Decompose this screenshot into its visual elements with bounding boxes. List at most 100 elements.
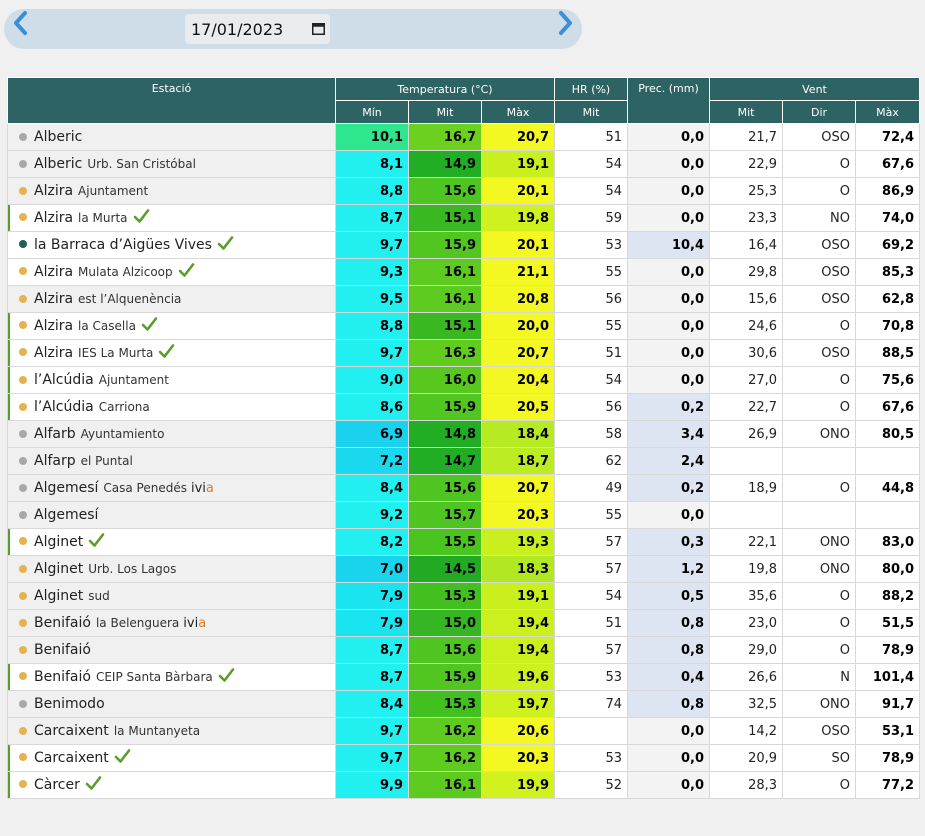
table-row[interactable]: Carcaixent la Muntanyeta 9,7 16,2 20,6 0,0 14,… [7,717,921,745]
station-cell[interactable]: Alberic Urb. San Cristóbal [7,150,336,178]
temp-avg-cell: 15,0 [408,609,482,637]
station-name[interactable]: Alginet [34,588,83,604]
header-t-min[interactable]: Mín [335,100,409,124]
table-row[interactable]: Alzira Ajuntament 8,8 15,6 20,1 54 0,0 25,3 O 86,… [7,177,921,205]
station-cell[interactable]: Algemesí Casa Penedés ivia [7,474,336,502]
table-row[interactable]: Algemesí 9,2 15,7 20,3 55 0,0 [7,501,921,529]
table-row[interactable]: Benifaió CEIP Santa Bàrbara 8,7 15,9 19,6 53 0… [7,663,921,691]
station-cell[interactable]: Alfarb Ayuntamiento [7,420,336,448]
header-precip[interactable]: Prec. (mm) [627,77,711,124]
station-name[interactable]: l’Alcúdia [34,399,94,415]
date-input[interactable]: 17/01/2023 [185,14,330,44]
station-cell[interactable]: Alginet [7,528,336,556]
station-cell[interactable]: Benifaió la Belenguera ivia [7,609,336,637]
station-name[interactable]: Benimodo [34,696,105,712]
station-cell[interactable]: Benifaió CEIP Santa Bàrbara [7,663,336,691]
station-cell[interactable]: Algemesí [7,501,336,529]
station-name[interactable]: Algemesí [34,480,98,496]
table-row[interactable]: Alzira est l’Alquenència 9,5 16,1 20,8 56 0,0 1… [7,285,921,313]
table-row[interactable]: Benifaió 8,7 15,6 19,4 57 0,8 29,0 O 78,9 [7,636,921,664]
table-row[interactable]: Alzira la Murta 8,7 15,1 19,8 59 0,0 23,3 NO 74,0 [7,204,921,232]
station-cell[interactable]: Alzira IES La Murta [7,339,336,367]
wind-max-cell: 78,9 [855,744,921,772]
station-name[interactable]: Alzira [34,291,73,307]
station-cell[interactable]: Benifaió [7,636,336,664]
station-name[interactable]: Alginet [34,561,83,577]
station-cell[interactable]: Alberic [7,123,336,151]
station-name[interactable]: Algemesí [34,507,98,523]
header-t-max[interactable]: Màx [480,100,556,124]
station-cell[interactable]: Alzira la Casella [7,312,336,340]
station-cell[interactable]: Alzira Ajuntament [7,177,336,205]
station-name[interactable]: Alzira [34,318,73,334]
station-name[interactable]: Alzira [34,183,73,199]
station-cell[interactable]: Benimodo [7,690,336,718]
header-station[interactable]: Estació [7,77,336,124]
table-row[interactable]: Alberic Urb. San Cristóbal 8,1 14,9 19,1 54 0,… [7,150,921,178]
header-temperature: Temperatura (°C) [334,77,556,101]
header-w-max[interactable]: Màx [855,100,921,124]
station-cell[interactable]: Càrcer [7,771,336,799]
precip-cell: 0,0 [627,744,711,772]
table-row[interactable]: Alzira la Casella 8,8 15,1 20,0 55 0,0 24,6 O 70,… [7,312,921,340]
table-row[interactable]: l’Alcúdia Carriona 8,6 15,9 20,5 56 0,2 22,7 O 67… [7,393,921,421]
table-row[interactable]: Benimodo 8,4 15,3 19,7 74 0,8 32,5 ONO 91,7 [7,690,921,718]
chevron-right-icon[interactable] [556,11,576,35]
station-name[interactable]: Benifaió [34,615,91,631]
station-name[interactable]: Càrcer [34,777,80,793]
wind-avg-cell: 14,2 [709,717,784,745]
station-name[interactable]: Alfarb [34,426,76,442]
station-name[interactable]: Alzira [34,264,73,280]
station-name[interactable]: Alzira [34,210,73,226]
station-name[interactable]: Alberic [34,129,82,145]
table-row[interactable]: Alginet sud 7,9 15,3 19,1 54 0,5 35,6 O 88,2 [7,582,921,610]
station-name[interactable]: Alfarp [34,453,76,469]
station-name[interactable]: Alginet [34,534,83,550]
table-row[interactable]: Algemesí Casa Penedés ivia 8,4 15,6 20,7 49 0,2… [7,474,921,502]
temp-max-cell: 18,7 [480,447,556,475]
header-w-dir[interactable]: Dir [782,100,857,124]
header-t-avg[interactable]: Mit [408,100,482,124]
temp-avg-cell: 14,9 [408,150,482,178]
station-cell[interactable]: Alginet sud [7,582,336,610]
station-cell[interactable]: Alzira est l’Alquenència [7,285,336,313]
table-row[interactable]: Alfarp el Puntal 7,2 14,7 18,7 62 2,4 [7,447,921,475]
table-row[interactable]: Alfarb Ayuntamiento 6,9 14,8 18,4 58 3,4 26,9 ON… [7,420,921,448]
station-cell[interactable]: Carcaixent [7,744,336,772]
table-row[interactable]: Alzira Mulata Alzicoop 9,3 16,1 21,1 55 0,0 29,… [7,258,921,286]
table-row[interactable]: Alzira IES La Murta 9,7 16,3 20,7 51 0,0 30,6 OS… [7,339,921,367]
station-cell[interactable]: Alzira Mulata Alzicoop [7,258,336,286]
chevron-left-icon[interactable] [10,11,30,35]
station-cell[interactable]: l’Alcúdia Carriona [7,393,336,421]
station-name[interactable]: Benifaió [34,669,91,685]
station-cell[interactable]: Alfarp el Puntal [7,447,336,475]
table-row[interactable]: Alginet Urb. Los Lagos 7,0 14,5 18,3 57 1,2 19,… [7,555,921,583]
station-cell[interactable]: Carcaixent la Muntanyeta [7,717,336,745]
table-row[interactable]: Alberic 10,1 16,7 20,7 51 0,0 21,7 OSO 72,4 [7,123,921,151]
station-cell[interactable]: Alginet Urb. Los Lagos [7,555,336,583]
table-row[interactable]: Alginet 8,2 15,5 19,3 57 0,3 22,1 ONO 83,0 [7,528,921,556]
station-cell[interactable]: l’Alcúdia Ajuntament [7,366,336,394]
wind-max-cell: 77,2 [855,771,921,799]
station-name[interactable]: Alberic [34,156,82,172]
station-name[interactable]: la Barraca d’Aigües Vives [34,237,212,253]
station-cell[interactable]: Alzira la Murta [7,204,336,232]
table-row[interactable]: Benifaió la Belenguera ivia 7,9 15,0 19,4 51 0,… [7,609,921,637]
table-row[interactable]: l’Alcúdia Ajuntament 9,0 16,0 20,4 54 0,0 27,0 O… [7,366,921,394]
station-cell[interactable]: la Barraca d’Aigües Vives [7,231,336,259]
station-name[interactable]: l’Alcúdia [34,372,94,388]
station-name[interactable]: Alzira [34,345,73,361]
table-row[interactable]: Càrcer 9,9 16,1 19,9 52 0,0 28,3 O 77,2 [7,771,921,799]
header-hr-avg[interactable]: Mit [554,100,629,124]
temp-max-cell: 20,3 [480,501,556,529]
status-dot-icon [19,132,27,141]
table-row[interactable]: la Barraca d’Aigües Vives 9,7 15,9 20,1 53 10… [7,231,921,259]
wind-max-cell: 88,2 [855,582,921,610]
station-name[interactable]: Carcaixent [34,723,109,739]
wind-max-cell: 88,5 [855,339,921,367]
station-name[interactable]: Benifaió [34,642,91,658]
station-name[interactable]: Carcaixent [34,750,109,766]
table-row[interactable]: Carcaixent 9,7 16,2 20,3 53 0,0 20,9 SO 78,9 [7,744,921,772]
calendar-icon[interactable] [312,22,325,35]
header-w-avg[interactable]: Mit [709,100,784,124]
